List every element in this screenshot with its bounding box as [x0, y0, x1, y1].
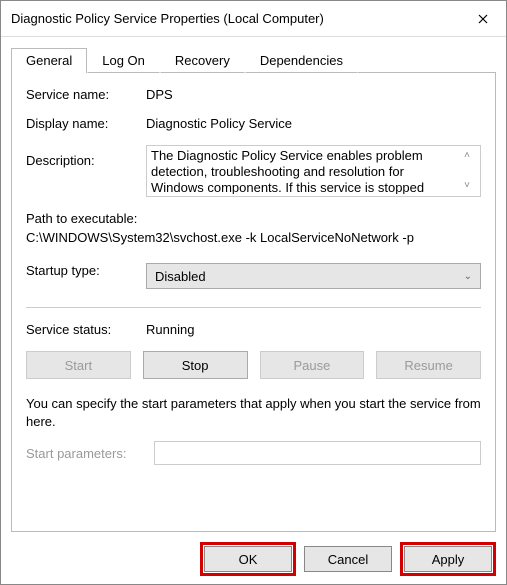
close-button[interactable]	[460, 1, 506, 37]
start-params-row: Start parameters:	[26, 441, 481, 465]
service-control-buttons: Start Stop Pause Resume	[26, 351, 481, 379]
ok-button[interactable]: OK	[204, 546, 292, 572]
tab-logon[interactable]: Log On	[87, 48, 160, 73]
start-button: Start	[26, 351, 131, 379]
stop-button[interactable]: Stop	[143, 351, 248, 379]
tab-dependencies[interactable]: Dependencies	[245, 48, 358, 73]
scroll-down-icon[interactable]: ˅	[458, 178, 476, 194]
apply-button[interactable]: Apply	[404, 546, 492, 572]
startup-type-select[interactable]: Disabled ⌄	[146, 263, 481, 289]
display-name-row: Display name: Diagnostic Policy Service	[26, 116, 481, 131]
startup-type-value: Disabled	[155, 269, 206, 284]
dialog-buttons: OK Cancel Apply	[1, 532, 506, 584]
start-params-input	[154, 441, 481, 465]
window-title: Diagnostic Policy Service Properties (Lo…	[11, 11, 460, 26]
pause-button: Pause	[260, 351, 365, 379]
description-text: The Diagnostic Policy Service enables pr…	[151, 148, 458, 194]
startup-type-label: Startup type:	[26, 263, 146, 278]
description-row: Description: The Diagnostic Policy Servi…	[26, 145, 481, 197]
service-status-row: Service status: Running	[26, 322, 481, 337]
description-label: Description:	[26, 145, 146, 168]
chevron-down-icon: ⌄	[464, 271, 472, 282]
title-bar: Diagnostic Policy Service Properties (Lo…	[1, 1, 506, 37]
service-name-row: Service name: DPS	[26, 87, 481, 102]
display-name-value: Diagnostic Policy Service	[146, 116, 481, 131]
tab-strip: General Log On Recovery Dependencies	[1, 37, 506, 72]
description-scrollbar[interactable]: ˄ ˅	[458, 148, 476, 194]
scroll-up-icon[interactable]: ˄	[458, 148, 476, 164]
path-value: C:\WINDOWS\System32\svchost.exe -k Local…	[26, 230, 481, 245]
service-status-label: Service status:	[26, 322, 146, 337]
tab-general[interactable]: General	[11, 48, 87, 73]
description-box[interactable]: The Diagnostic Policy Service enables pr…	[146, 145, 481, 197]
start-params-note: You can specify the start parameters tha…	[26, 395, 481, 431]
display-name-label: Display name:	[26, 116, 146, 131]
service-name-value: DPS	[146, 87, 481, 102]
service-status-value: Running	[146, 322, 481, 337]
close-icon	[478, 14, 488, 24]
general-panel: Service name: DPS Display name: Diagnost…	[11, 72, 496, 532]
start-params-label: Start parameters:	[26, 446, 146, 461]
tab-recovery[interactable]: Recovery	[160, 48, 245, 73]
resume-button: Resume	[376, 351, 481, 379]
path-label: Path to executable:	[26, 211, 481, 226]
cancel-button[interactable]: Cancel	[304, 546, 392, 572]
service-name-label: Service name:	[26, 87, 146, 102]
divider	[26, 307, 481, 308]
startup-type-row: Startup type: Disabled ⌄	[26, 263, 481, 289]
